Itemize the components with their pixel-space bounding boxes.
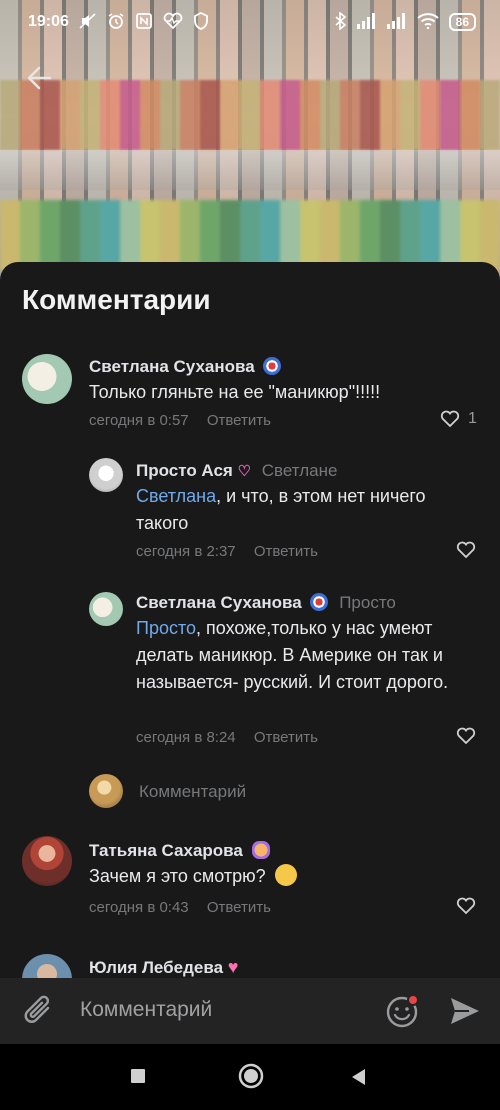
reply-to[interactable]: Светлане [262, 461, 338, 480]
comment-author[interactable]: Юлия Лебедева ♥ [89, 957, 238, 978]
comments-sheet: Комментарии Светлана Суханова Только гля… [0, 262, 500, 978]
comment-meta: сегодня в 0:43 Ответить [89, 899, 271, 916]
comment-meta: сегодня в 2:37 Ответить [136, 543, 318, 560]
sheet-title: Комментарии [22, 284, 211, 315]
comment-time: сегодня в 0:57 [89, 412, 189, 429]
heart-icon [456, 727, 476, 745]
marker-caps-row-bottom [0, 200, 500, 270]
status-time: 19:06 [28, 13, 69, 30]
reply-button[interactable]: Ответить [254, 543, 318, 560]
recents-icon[interactable] [130, 1068, 146, 1089]
reply-button[interactable]: Ответить [207, 412, 271, 429]
author-name: Просто Ася [136, 461, 233, 480]
shield-icon [193, 11, 209, 32]
avatar[interactable] [22, 354, 72, 404]
marker-caps-row-top [0, 80, 500, 150]
comment-meta: сегодня в 8:24 Ответить [136, 729, 318, 746]
comment-author[interactable]: Просто Ася ♡ Светлане [136, 461, 337, 481]
comment-text: Светлана, и что, в этом нет ничего таког… [136, 483, 476, 537]
like-button[interactable] [456, 541, 476, 559]
mention-link[interactable]: Просто [136, 618, 196, 638]
captain-shield-emoji-icon [263, 357, 282, 375]
signal-icon-2 [386, 13, 407, 31]
heart-icon [456, 541, 476, 559]
back-arrow-icon[interactable] [22, 60, 58, 96]
wifi-icon [416, 13, 439, 31]
avatar [89, 774, 123, 808]
nfc-icon [135, 12, 153, 32]
back-nav-icon[interactable] [350, 1068, 366, 1091]
alarm-icon [107, 12, 125, 32]
comment-body: Зачем я это смотрю? [89, 866, 266, 886]
author-name: Светлана Суханова [136, 593, 302, 612]
heart-icon [456, 897, 476, 915]
battery-indicator: 86 [448, 13, 476, 31]
like-count: 1 [468, 410, 477, 427]
comment-text: Только гляньте на ее "маникюр"!!!!! [89, 382, 381, 402]
comment-author[interactable]: Светлана Суханова Просто [136, 593, 396, 613]
pink-heart-emoji-icon: ♥ [227, 957, 239, 977]
author-name: Юлия Лебедева [89, 958, 224, 977]
planet-emoji-icon [251, 841, 270, 859]
comment-input[interactable]: Комментарий [80, 998, 212, 1022]
comment-text: Зачем я это смотрю? [89, 863, 469, 890]
heart-emoji-icon: ♡ [237, 463, 252, 480]
thread-reply-placeholder: Комментарий [139, 782, 247, 801]
comment-composer: Комментарий [0, 978, 500, 1044]
comment-author[interactable]: Светлана Суханова [89, 357, 282, 377]
mention-link[interactable]: Светлана [136, 486, 216, 506]
like-button[interactable] [456, 727, 476, 745]
like-button[interactable] [456, 897, 476, 915]
mute-icon [79, 13, 97, 31]
reply-to[interactable]: Просто [339, 593, 396, 612]
comment-time: сегодня в 0:43 [89, 899, 189, 916]
send-icon[interactable] [448, 994, 482, 1028]
health-icon [163, 12, 183, 32]
avatar[interactable] [22, 836, 72, 886]
avatar[interactable] [22, 954, 72, 978]
avatar[interactable] [89, 592, 123, 626]
heart-icon [440, 410, 460, 428]
signal-icon-1 [356, 13, 377, 31]
system-nav-bar [0, 1044, 500, 1110]
captain-shield-emoji-icon [310, 593, 329, 611]
bluetooth-icon [335, 11, 347, 32]
comment-text: Просто, похоже,только у нас умеют делать… [136, 615, 466, 696]
emoji-sticker-icon[interactable] [384, 993, 420, 1029]
comment-meta: сегодня в 0:57 Ответить [89, 412, 271, 429]
marker-tray [0, 150, 500, 190]
status-bar: 19:06 86 [0, 0, 500, 44]
paperclip-icon[interactable] [22, 993, 56, 1029]
author-name: Татьяна Сахарова [89, 841, 243, 860]
comment-time: сегодня в 2:37 [136, 543, 236, 560]
avatar[interactable] [89, 458, 123, 492]
author-name: Светлана Суханова [89, 357, 255, 376]
home-icon[interactable] [238, 1063, 264, 1094]
like-button[interactable]: 1 [440, 410, 477, 428]
comment-author[interactable]: Татьяна Сахарова [89, 841, 270, 861]
comment-time: сегодня в 8:24 [136, 729, 236, 746]
reply-button[interactable]: Ответить [254, 729, 318, 746]
reply-button[interactable]: Ответить [207, 899, 271, 916]
grinning-emoji-icon [274, 864, 297, 886]
